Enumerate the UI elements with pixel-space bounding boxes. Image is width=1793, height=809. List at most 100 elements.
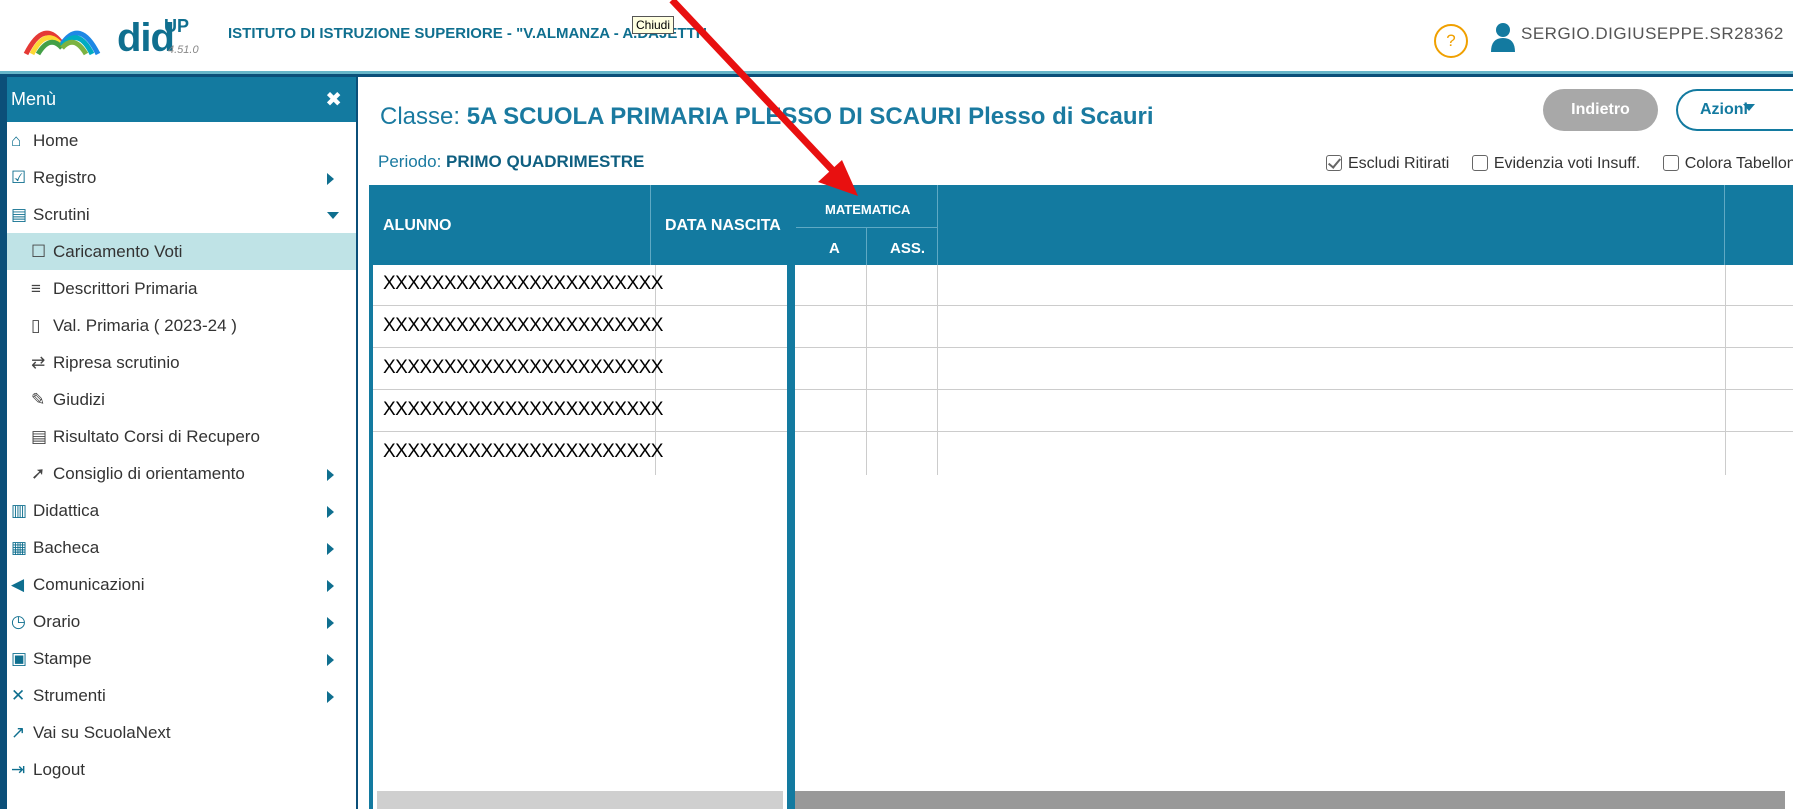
menu-header: Menù ✖ [7,77,356,122]
header-divider [866,227,867,265]
chevron-right-icon [327,691,334,703]
sidebar-item-caricamento-voti[interactable]: ☐ Caricamento Voti [7,233,356,270]
chevron-right-icon [327,506,334,518]
sidebar-item-didattica[interactable]: ▥ Didattica [7,492,356,529]
table-row[interactable] [795,307,1793,348]
period-label: Periodo: [378,152,447,171]
sidebar-item-label: Orario [33,612,81,631]
sidebar-item-descrittori-primaria[interactable]: ≡ Descrittori Primaria [7,270,356,307]
column-header-alunno[interactable]: ALUNNO [383,217,451,235]
column-header-a[interactable]: A [829,240,840,257]
table-row[interactable]: XXXXXXXXXXXXXXXXXXXXXXX [373,265,787,306]
student-name-cell[interactable]: XXXXXXXXXXXXXXXXXXXXXXX [383,273,663,295]
table-row[interactable]: XXXXXXXXXXXXXXXXXXXXXXX [373,433,787,474]
checkbox-label: Evidenzia voti Insuff. [1493,155,1641,172]
chevron-down-icon [327,212,339,219]
filter-checkboxes: Escludi Ritirati Evidenzia voti Insuff. … [1308,155,1793,173]
class-value: 5A SCUOLA PRIMARIA PLESSO DI SCAURI Ples… [466,103,1154,130]
header-divider [1724,185,1725,265]
table-row[interactable] [795,265,1793,306]
swap-icon: ⇄ [31,353,46,372]
sidebar-item-giudizi[interactable]: ✎ Giudizi [7,381,356,418]
sidebar-item-comunicazioni[interactable]: ◀ Comunicazioni [7,566,356,603]
document-icon: ▤ [31,427,48,446]
top-bar: did UP 4.51.0 ISTITUTO DI ISTRUZIONE SUP… [0,0,1793,74]
actions-button[interactable]: Azioni [1676,89,1793,131]
student-name-cell[interactable]: XXXXXXXXXXXXXXXXXXXXXXX [383,315,663,337]
chevron-right-icon [327,654,334,666]
bookmark-icon: ▯ [31,316,41,335]
sidebar-item-label: Logout [33,760,85,779]
newspaper-icon: ▦ [11,538,28,557]
student-name-cell[interactable]: XXXXXXXXXXXXXXXXXXXXXXX [383,357,663,379]
checkbox-label: Escludi Ritirati [1348,155,1450,172]
table-row[interactable]: XXXXXXXXXXXXXXXXXXXXXXX [373,391,787,432]
sidebar-item-label: Stampe [33,649,92,668]
help-button[interactable]: ? [1434,24,1468,58]
sidebar-item-registro[interactable]: ☑ Registro [7,159,356,196]
checkbox-label: Colora Tabellone [1684,155,1793,172]
sidebar-menu: Menù ✖ ⌂ Home ☑ Registro ▤ Scrutini ☐ Carica… [7,77,356,809]
printer-icon: ▣ [11,649,28,668]
edit-icon: ✎ [31,390,46,409]
sidebar-item-logout[interactable]: ⇥ Logout [7,751,356,788]
clock-icon: ◷ [11,612,26,631]
brand-up: UP [164,16,190,36]
compass-icon: ➚ [31,464,46,483]
checklist-icon: ☐ [31,242,47,261]
chevron-right-icon [327,617,334,629]
chevron-right-icon [327,580,334,592]
caret-down-icon[interactable] [1743,104,1755,111]
column-header-data-nascita[interactable]: DATA NASCITA [665,217,781,235]
sidebar-item-label: Scrutini [33,205,90,224]
sidebar-item-risultato-corsi[interactable]: ▤ Risultato Corsi di Recupero [7,418,356,455]
sidebar-item-bacheca[interactable]: ▦ Bacheca [7,529,356,566]
home-icon: ⌂ [11,131,22,150]
sidebar-item-val-primaria[interactable]: ▯ Val. Primaria ( 2023-24 ) [7,307,356,344]
close-menu-icon[interactable]: ✖ [325,87,342,112]
student-name-cell[interactable]: XXXXXXXXXXXXXXXXXXXXXXX [383,399,663,421]
sidebar-item-label: Comunicazioni [33,575,145,594]
sidebar-item-strumenti[interactable]: ✕ Strumenti [7,677,356,714]
table-row[interactable] [795,391,1793,432]
document-icon: ▤ [11,205,28,224]
sidebar-item-stampe[interactable]: ▣ Stampe [7,640,356,677]
column-header-ass[interactable]: ASS. [890,240,925,257]
class-title: Classe: 5A SCUOLA PRIMARIA PLESSO DI SCA… [380,103,1154,131]
sidebar-item-label: Vai su ScuolaNext [33,723,171,742]
menu-title: Menù [11,89,57,109]
horizontal-scrollbar[interactable] [377,791,783,809]
sidebar-item-vai-su-scuolanext[interactable]: ↗ Vai su ScuolaNext [7,714,356,751]
horizontal-scrollbar[interactable] [795,791,1785,809]
book-icon: ▥ [11,501,28,520]
students-table: XXXXXXXXXXXXXXXXXXXXXXX XXXXXXXXXXXXXXXX… [373,265,787,809]
student-name-cell[interactable]: XXXXXXXXXXXXXXXXXXXXXXX [383,441,663,463]
sidebar-item-label: Val. Primaria ( 2023-24 ) [53,316,237,335]
color-board-checkbox[interactable] [1662,155,1679,171]
sidebar-item-ripresa-scrutinio[interactable]: ⇄ Ripresa scrutinio [7,344,356,381]
sidebar-item-label: Consiglio di orientamento [53,464,245,483]
sidebar-item-home[interactable]: ⌂ Home [7,122,356,159]
table-row[interactable] [795,433,1793,474]
username[interactable]: SERGIO.DIGIUSEPPE.SR28362 [1521,24,1784,44]
sidebar-item-consiglio-orientamento[interactable]: ➚ Consiglio di orientamento [7,455,356,492]
didup-logo-icon [23,30,101,56]
sidebar-item-scrutini[interactable]: ▤ Scrutini [7,196,356,233]
sidebar-item-label: Risultato Corsi di Recupero [53,427,260,446]
table-row[interactable]: XXXXXXXXXXXXXXXXXXXXXXX [373,349,787,390]
period-line: Periodo: PRIMO QUADRIMESTRE [378,152,644,172]
list-icon: ≡ [31,279,41,298]
sidebar-item-label: Registro [33,168,97,187]
back-button[interactable]: Indietro [1543,89,1658,131]
table-row[interactable]: XXXXXXXXXXXXXXXXXXXXXXX [373,307,787,348]
sidebar-item-label: Bacheca [33,538,100,557]
sidebar-item-label: Strumenti [33,686,106,705]
chevron-right-icon [327,543,334,555]
user-icon [1491,23,1515,52]
exclude-withdrawn-checkbox[interactable] [1326,155,1342,171]
table-row[interactable] [795,349,1793,390]
sidebar-item-orario[interactable]: ◷ Orario [7,603,356,640]
column-header-matematica[interactable]: MATEMATICA [825,202,910,217]
highlight-insufficient-checkbox[interactable] [1471,155,1488,171]
logout-icon: ⇥ [11,760,26,779]
